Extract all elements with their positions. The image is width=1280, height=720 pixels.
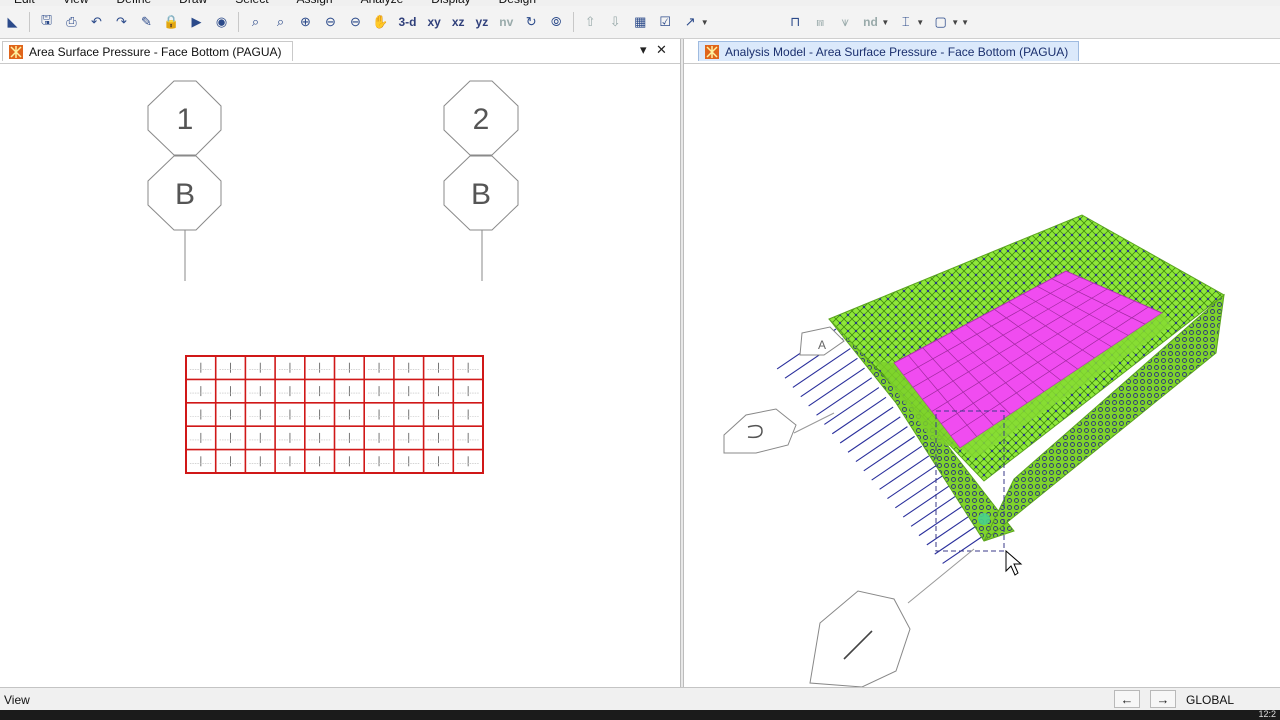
right-tabstrip: Analysis Model - Area Surface Pressure -… xyxy=(684,39,1280,64)
edit-icon[interactable]: ✎ xyxy=(136,11,158,33)
3d-grid-bubble-1[interactable] xyxy=(809,590,911,687)
chevron-down-icon[interactable]: ▼ xyxy=(951,18,959,27)
3d-grid-bubble-2[interactable] xyxy=(723,408,797,454)
frame-icon[interactable]: ⊓ xyxy=(784,11,806,33)
run-icon[interactable]: ▶ xyxy=(186,11,208,33)
undo-icon[interactable]: ↶ xyxy=(86,11,108,33)
zoom-out-icon[interactable]: ⊖ xyxy=(320,11,342,33)
assign-icon[interactable]: ↗ xyxy=(679,11,701,33)
view-xz-button[interactable]: xz xyxy=(448,11,469,33)
redo-icon[interactable]: ↷ xyxy=(111,11,133,33)
svg-text:A: A xyxy=(818,338,826,352)
area-load-mesh[interactable] xyxy=(185,355,484,474)
move-down-icon[interactable]: ⇩ xyxy=(604,11,626,33)
model-view-icon xyxy=(9,44,23,59)
grid-label-1: 1 xyxy=(177,103,194,136)
close-icon[interactable]: ✕ xyxy=(656,42,667,58)
check-icon[interactable]: ☑ xyxy=(654,11,676,33)
perspective-icon[interactable]: ⦾ xyxy=(545,11,567,33)
selected-joint[interactable] xyxy=(978,513,990,525)
pan-icon[interactable]: ✋ xyxy=(370,11,392,33)
left-view-title: Area Surface Pressure - Face Bottom (PAG… xyxy=(29,44,282,59)
display-box-icon[interactable]: ▢ xyxy=(930,11,952,33)
lock-icon[interactable]: 🔒 xyxy=(161,11,183,33)
text-cursor-icon[interactable]: ⌶ xyxy=(895,11,917,33)
left-tabstrip: Area Surface Pressure - Face Bottom (PAG… xyxy=(0,39,680,64)
chevron-down-icon[interactable]: ▼ xyxy=(701,18,709,27)
mouse-cursor-icon xyxy=(1005,549,1023,576)
view-nd-button[interactable]: nd xyxy=(859,11,882,33)
status-bar: View ← → GLOBAL xyxy=(0,687,1280,711)
coordinate-system-selector[interactable]: GLOBAL xyxy=(1186,693,1234,707)
grid-sub-label-1: B xyxy=(175,178,195,211)
zoom-window-icon[interactable]: ⌕ xyxy=(245,11,267,33)
zoom-in-icon[interactable]: ⊕ xyxy=(295,11,317,33)
view-yz-button[interactable]: yz xyxy=(472,11,493,33)
plan-view-canvas[interactable]: 1 B 2 B xyxy=(0,63,680,687)
move-up-icon[interactable]: ⇧ xyxy=(579,11,601,33)
select-icon[interactable]: ▦ xyxy=(629,11,651,33)
toolbar-separator xyxy=(572,12,574,32)
zoom-fit-icon[interactable]: ⌕ xyxy=(270,11,292,33)
3d-view-canvas[interactable]: A xyxy=(684,63,1280,687)
save-icon[interactable]: 🖫 xyxy=(36,11,58,33)
right-view-window[interactable]: Analysis Model - Area Surface Pressure -… xyxy=(684,39,1280,687)
window-menu-icon[interactable]: ▾ xyxy=(640,42,647,58)
toolbar: ◣ 🖫 ⎙ ↶ ↷ ✎ 🔒 ▶ ◉ ⌕ ⌕ ⊕ ⊖ ⊖ ✋ 3-d xy xz … xyxy=(0,6,1280,39)
view-nv-button[interactable]: nv xyxy=(495,11,517,33)
model-view-icon xyxy=(705,44,719,59)
run-check-icon[interactable]: ◉ xyxy=(211,11,233,33)
zoom-prev-icon[interactable]: ⊖ xyxy=(345,11,367,33)
arrow-right-icon[interactable]: → xyxy=(1150,690,1176,708)
pointer-icon[interactable]: ◣ xyxy=(2,11,24,33)
view-3d-button[interactable]: 3-d xyxy=(395,11,421,33)
print-icon[interactable]: ⎙ xyxy=(61,11,83,33)
grid-line xyxy=(793,412,835,434)
chevron-down-icon[interactable]: ▼ xyxy=(881,18,889,27)
grid-label-2: 2 xyxy=(473,103,490,136)
status-text: View xyxy=(4,693,30,707)
os-taskbar: 12:2 xyxy=(0,709,1280,720)
grid-bubble-2[interactable]: 2 B xyxy=(443,80,519,281)
toolbar-separator xyxy=(238,12,239,32)
right-view-title: Analysis Model - Area Surface Pressure -… xyxy=(725,44,1069,59)
right-view-tab[interactable]: Analysis Model - Area Surface Pressure -… xyxy=(698,41,1080,61)
3d-grid-bubble-top[interactable]: A xyxy=(799,326,845,356)
arrow-left-icon[interactable]: ← xyxy=(1114,690,1140,708)
view-xy-button[interactable]: xy xyxy=(424,11,445,33)
tank-model[interactable] xyxy=(828,214,1225,542)
grid-line xyxy=(907,548,975,604)
brace-icon[interactable]: ⩛ xyxy=(834,11,856,33)
rotate-icon[interactable]: ↻ xyxy=(520,11,542,33)
left-view-tab[interactable]: Area Surface Pressure - Face Bottom (PAG… xyxy=(2,41,293,61)
left-view-window[interactable]: Area Surface Pressure - Face Bottom (PAG… xyxy=(0,39,680,687)
chevron-down-icon[interactable]: ▼ xyxy=(916,18,924,27)
grid-sub-label-2: B xyxy=(471,178,491,211)
grid-bubble-1[interactable]: 1 B xyxy=(147,80,222,281)
taskbar-clock: 12:2 xyxy=(1258,709,1276,719)
toolbar-separator xyxy=(29,12,30,32)
truss-icon[interactable]: ⩎ xyxy=(809,11,831,33)
chevron-down-icon[interactable]: ▼ xyxy=(961,18,969,27)
